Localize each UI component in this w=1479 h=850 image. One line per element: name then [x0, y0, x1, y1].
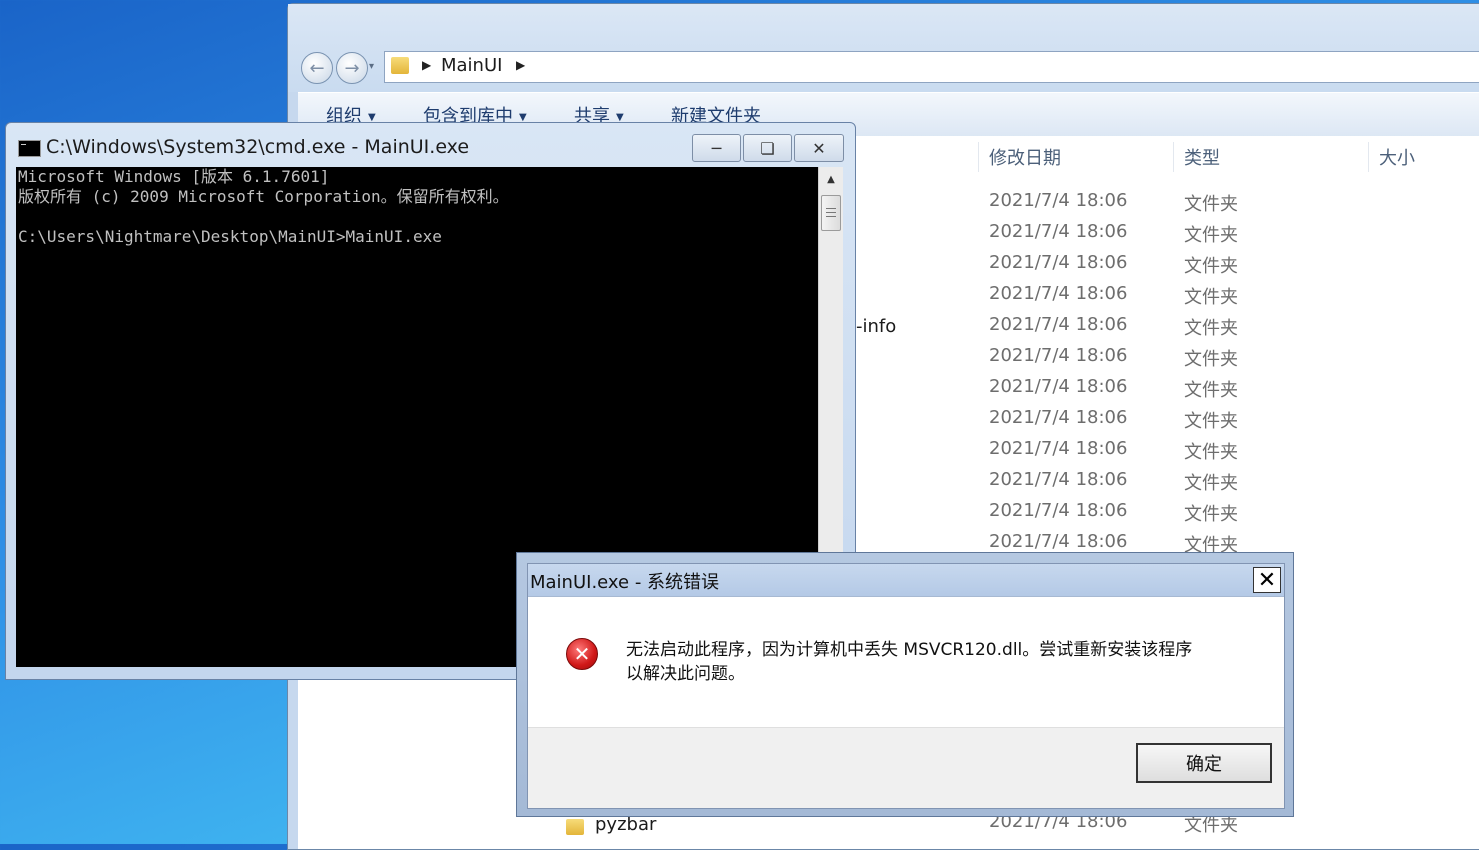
- message-line: 无法启动此程序，因为计算机中丢失 MSVCR120.dll。尝试重新安装该程序: [626, 640, 1193, 660]
- row-type: 文件夹: [1184, 380, 1238, 401]
- maximize-icon: ❏: [760, 138, 775, 158]
- forward-arrow-icon[interactable]: →: [336, 52, 368, 84]
- row-date: 2021/7/4 18:06: [989, 314, 1128, 335]
- window-title: C:\Windows\System32\cmd.exe - MainUI.exe: [46, 136, 470, 158]
- row-date: 2021/7/4 18:06: [989, 407, 1128, 428]
- error-icon: ✕: [566, 638, 598, 670]
- row-type: 文件夹: [1184, 504, 1238, 525]
- folder-icon: [391, 57, 409, 74]
- row-date: 2021/7/4 18:06: [989, 283, 1128, 304]
- scroll-up-icon[interactable]: ▲: [819, 167, 843, 191]
- console-line: C:\Users\Nightmare\Desktop\MainUI>MainUI…: [18, 227, 442, 246]
- row-date: 2021/7/4 18:06: [989, 345, 1128, 366]
- dialog-body: MainUI.exe - 系统错误 ✕ ✕ 无法启动此程序，因为计算机中丢失 M…: [527, 563, 1285, 809]
- row-date: 2021/7/4 18:06: [989, 469, 1128, 490]
- row-type: 文件夹: [1184, 318, 1238, 339]
- row-date: 2021/7/4 18:06: [989, 376, 1128, 397]
- row-type: 文件夹: [1184, 194, 1238, 215]
- chevron-down-icon: ▼: [616, 111, 624, 123]
- close-icon: ✕: [812, 138, 826, 158]
- row-date: 2021/7/4 18:06: [989, 252, 1128, 273]
- console-icon[interactable]: [18, 140, 41, 157]
- file-name-partial[interactable]: -info: [856, 316, 896, 337]
- grip-line: [826, 216, 836, 217]
- row-date: 2021/7/4 18:06: [989, 531, 1128, 552]
- close-button[interactable]: ✕: [1253, 567, 1281, 593]
- column-header-type[interactable]: 类型: [1184, 144, 1220, 170]
- history-dropdown-icon[interactable]: ▾: [369, 61, 374, 72]
- dialog-footer: 确定: [528, 727, 1284, 808]
- row-type: 文件夹: [1184, 287, 1238, 308]
- column-divider[interactable]: [1368, 142, 1369, 172]
- row-type: 文件夹: [1184, 442, 1238, 463]
- minimize-icon: ─: [711, 138, 722, 158]
- back-arrow-icon[interactable]: ←: [301, 52, 333, 84]
- row-date: 2021/7/4 18:06: [989, 500, 1128, 521]
- row-date: 2021/7/4 18:06: [989, 190, 1128, 211]
- address-bar[interactable]: ▶ MainUI ▶: [384, 51, 1479, 83]
- ok-button[interactable]: 确定: [1136, 743, 1272, 783]
- maximize-button[interactable]: ❏: [743, 134, 792, 162]
- row-date: 2021/7/4 18:06: [989, 438, 1128, 459]
- row-type: 文件夹: [1184, 349, 1238, 370]
- error-dialog: MainUI.exe - 系统错误 ✕ ✕ 无法启动此程序，因为计算机中丢失 M…: [516, 552, 1294, 817]
- minimize-button[interactable]: ─: [692, 134, 741, 162]
- column-divider[interactable]: [1173, 142, 1174, 172]
- message-line: 以解决此问题。: [626, 664, 745, 684]
- breadcrumb-arrow-icon[interactable]: ▶: [422, 58, 431, 72]
- breadcrumb-mainui[interactable]: MainUI: [441, 55, 502, 76]
- grip-line: [826, 212, 836, 213]
- console-line: Microsoft Windows [版本 6.1.7601]: [18, 167, 330, 186]
- chevron-down-icon: ▼: [368, 111, 376, 123]
- grip-line: [826, 208, 836, 209]
- close-button[interactable]: ✕: [794, 134, 844, 162]
- column-header-size[interactable]: 大小: [1379, 144, 1415, 170]
- column-header-date[interactable]: 修改日期: [989, 144, 1061, 170]
- column-divider[interactable]: [978, 142, 979, 172]
- dialog-titlebar[interactable]: MainUI.exe - 系统错误 ✕: [528, 564, 1284, 597]
- explorer-navbar: ← → ▾ ▶ MainUI ▶: [288, 4, 1479, 92]
- row-type: 文件夹: [1184, 473, 1238, 494]
- file-name-pyzbar[interactable]: pyzbar: [595, 814, 656, 835]
- chevron-down-icon: ▼: [519, 111, 527, 123]
- breadcrumb-arrow-icon[interactable]: ▶: [516, 58, 525, 72]
- scroll-thumb[interactable]: [821, 195, 841, 231]
- error-message: 无法启动此程序，因为计算机中丢失 MSVCR120.dll。尝试重新安装该程序 …: [626, 638, 1246, 686]
- row-type: 文件夹: [1184, 225, 1238, 246]
- folder-icon: [566, 819, 584, 835]
- row-type: 文件夹: [1184, 411, 1238, 432]
- console-line: 版权所有 (c) 2009 Microsoft Corporation。保留所有…: [18, 187, 509, 206]
- row-date: 2021/7/4 18:06: [989, 221, 1128, 242]
- row-type: 文件夹: [1184, 256, 1238, 277]
- close-icon: ✕: [1257, 567, 1277, 593]
- dialog-title: MainUI.exe - 系统错误: [530, 572, 720, 593]
